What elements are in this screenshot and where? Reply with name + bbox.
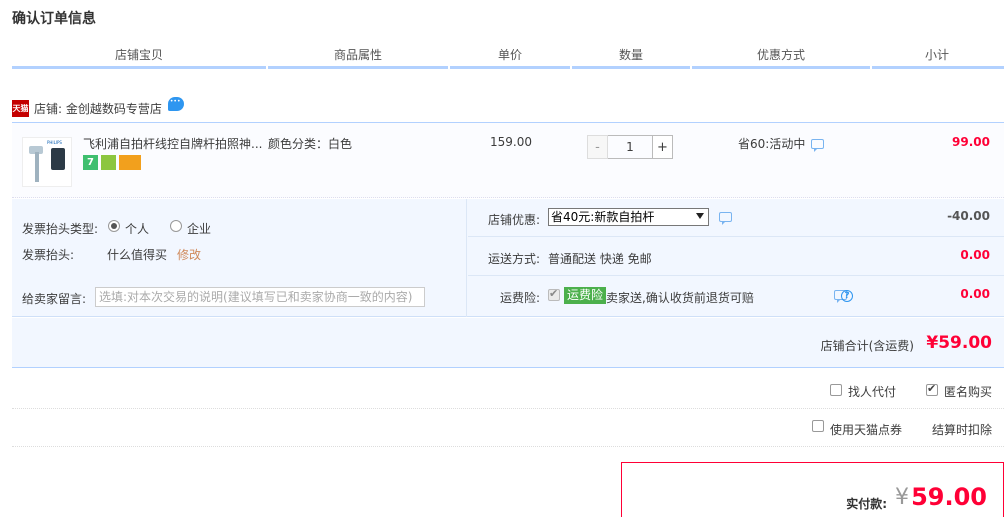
shop-discount-selected: 省40元:新款自拍杆 (551, 210, 655, 224)
payment-label: 实付款: (846, 497, 887, 511)
shop-total-bar: 店铺合计(含运费) ¥59.00 (12, 318, 1004, 368)
guarantee-icon[interactable] (101, 155, 116, 170)
anonymous-checkbox[interactable] (926, 382, 938, 396)
thumb-brand-text: PHILIPS (47, 140, 62, 145)
currency-symbol: ¥ (895, 485, 909, 510)
insurance-row: 运费险: 运费险 卖家送,确认收货前退货可赔 ? 0.00 (468, 277, 1004, 315)
insurance-description: 卖家送,确认收货前退货可赔 (606, 291, 754, 305)
invoice-edit-link[interactable]: 修改 (177, 246, 201, 263)
wangwang-chat-icon[interactable] (167, 97, 184, 111)
points-row: 使用天猫点券 结算时扣除 (12, 409, 1004, 447)
invoice-company-label[interactable]: 企业 (187, 220, 211, 237)
promotion-text: 省60:活动中 (738, 137, 806, 151)
shop-total-amount: ¥59.00 (926, 333, 992, 353)
payment-summary: 实付款: ¥ 59.00 (621, 462, 1004, 517)
invoice-message-panel: 发票抬头类型: 个人 企业 发票抬头: 什么值得买 修改 给卖家留言: 选填:对… (12, 199, 467, 317)
promotion-info: 省60:活动中 (738, 135, 825, 152)
payment-options-row: 找人代付 匿名购买 (12, 371, 1004, 409)
comment-icon[interactable] (719, 212, 732, 225)
quantity-input[interactable]: 1 (608, 135, 652, 159)
col-unit-price: 单价 (497, 48, 522, 62)
invoice-company-radio[interactable] (170, 220, 182, 232)
seven-day-return-icon[interactable]: 7 (83, 155, 98, 170)
help-icon[interactable]: ? (841, 290, 853, 302)
quantity-plus-button[interactable]: + (652, 135, 673, 159)
comment-icon[interactable] (811, 138, 825, 152)
proxy-pay-label[interactable]: 找人代付 (848, 383, 896, 400)
invoice-personal-radio[interactable] (108, 220, 120, 232)
col-shop-items: 店铺宝贝 (114, 48, 163, 62)
proxy-pay-checkbox[interactable] (830, 384, 842, 396)
shop-row: 天猫 店铺: 金创越数码专营店 (12, 97, 184, 118)
shop-name[interactable]: 店铺: 金创越数码专营店 (34, 100, 162, 117)
invoice-personal-label[interactable]: 个人 (125, 220, 149, 237)
deduct-note: 结算时扣除 (932, 423, 993, 437)
col-quantity: 数量 (618, 48, 643, 62)
service-badges: 7 (83, 155, 141, 170)
insurance-label: 运费险: (499, 291, 540, 305)
invoice-head-label: 发票抬头: (22, 248, 75, 262)
shop-discount-row: 店铺优惠: 省40元:新款自拍杆 -40.00 (468, 199, 1004, 237)
credit-card-icon[interactable] (119, 155, 141, 170)
order-options: 发票抬头类型: 个人 企业 发票抬头: 什么值得买 修改 给卖家留言: 选填:对… (12, 199, 1004, 317)
order-item: PHILIPS 飞利浦自拍杆线控自牌杆拍照神... 颜色分类：白色 7 159.… (12, 122, 1004, 198)
column-header: 店铺宝贝 商品属性 单价 数量 优惠方式 小计 (12, 46, 1004, 69)
product-attribute: 颜色分类：白色 (268, 137, 353, 151)
delivery-panel: 店铺优惠: 省40元:新款自拍杆 -40.00 运送方式: 普通配送 快递 免邮… (468, 199, 1004, 317)
insurance-tag: 运费险 (564, 287, 607, 304)
anonymous-label[interactable]: 匿名购买 (944, 383, 992, 400)
tmall-icon: 天猫 (12, 99, 29, 117)
shipping-label: 运送方式: (487, 252, 540, 266)
insurance-amount: 0.00 (960, 287, 990, 301)
shop-discount-amount: -40.00 (947, 209, 990, 223)
chevron-down-icon (696, 213, 704, 219)
page-title: 确认订单信息 (12, 11, 96, 27)
col-attributes: 商品属性 (333, 48, 382, 62)
quantity-minus-button[interactable]: - (587, 135, 608, 159)
product-name-link[interactable]: 飞利浦自拍杆线控自牌杆拍照神... (83, 135, 262, 152)
shipping-amount: 0.00 (960, 248, 990, 262)
col-subtotal: 小计 (924, 48, 949, 62)
insurance-checkbox (548, 287, 560, 301)
shop-total-label: 店铺合计(含运费) (820, 339, 914, 353)
tmall-points-label[interactable]: 使用天猫点券 (830, 421, 902, 438)
shop-discount-select[interactable]: 省40元:新款自拍杆 (548, 208, 709, 226)
invoice-type-label: 发票抬头类型: (22, 222, 99, 236)
col-discount: 优惠方式 (756, 48, 805, 62)
shipping-value: 普通配送 快递 免邮 (548, 252, 652, 266)
invoice-head-value: 什么值得买 (107, 248, 168, 262)
payment-amount: 59.00 (911, 483, 987, 511)
item-subtotal: 99.00 (952, 135, 990, 149)
quantity-stepper: - 1 + (587, 135, 673, 159)
shipping-row: 运送方式: 普通配送 快递 免邮 0.00 (468, 238, 1004, 276)
tmall-points-checkbox[interactable] (812, 420, 824, 432)
unit-price: 159.00 (490, 135, 532, 149)
seller-message-input[interactable]: 选填:对本次交易的说明(建议填写已和卖家协商一致的内容) (95, 287, 425, 307)
shop-discount-label: 店铺优惠: (487, 213, 540, 227)
seller-message-label: 给卖家留言: (22, 292, 87, 306)
product-thumbnail[interactable]: PHILIPS (22, 137, 72, 187)
